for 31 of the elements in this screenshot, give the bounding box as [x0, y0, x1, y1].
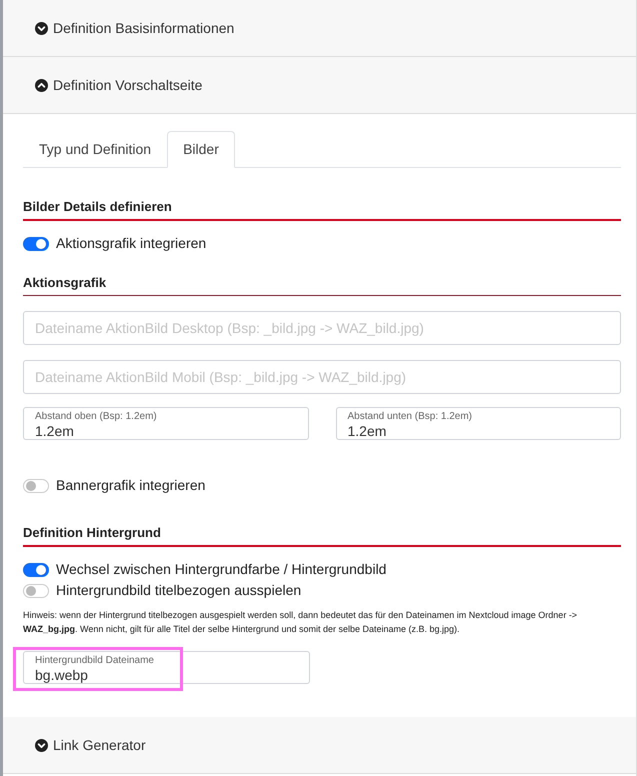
accordion-header[interactable]: Definition Vorschaltseite: [3, 57, 636, 114]
toggle-switch[interactable]: [23, 584, 49, 598]
labeled-input-field[interactable]: Abstand oben (Bsp: 1.2em) 1.2em: [23, 407, 308, 440]
field-label: Abstand unten (Bsp: 1.2em): [348, 410, 472, 423]
toggle-switch[interactable]: [23, 562, 49, 576]
labeled-input-field[interactable]: Hintergrundbild Dateiname bg.webp: [23, 651, 310, 684]
accordion-header[interactable]: Definition Basisinformationen: [3, 0, 636, 57]
chevron-down-circle-icon: [35, 22, 48, 34]
field-value: 1.2em: [348, 423, 386, 439]
chevron-down-circle-icon: [35, 738, 48, 752]
field-label: Hintergrundbild Dateiname: [35, 654, 154, 667]
toggle-label: Hintergrundbild titelbezogen ausspielen: [56, 582, 302, 599]
toggle-label: Bannergrafik integrieren: [56, 477, 206, 494]
field-label: Abstand oben (Bsp: 1.2em): [35, 410, 157, 423]
toggle-label: Aktionsgrafik integrieren: [56, 235, 206, 252]
toggle-switch[interactable]: [23, 478, 49, 492]
hint-text: Hinweis: wenn der Hintergrund titelbezogen ausgespielt werden soll, dann bedeutet das für den Dateinamen im Nextcloud image Ordner -> WAZ_bg.jpg. Wenn nicht, gilt für alle Titel der selbe Hintergrund und somit der selbe Dateiname (z.B. bg.jpg).: [23, 609, 578, 636]
section-heading: Aktionsgrafik: [23, 275, 621, 296]
tab[interactable]: Typ und Definition: [23, 131, 168, 168]
text-input-field[interactable]: Dateiname AktionBild Mobil (Bsp: _bild.jpg -> WAZ_bild.jpg): [23, 360, 621, 394]
toggle-switch[interactable]: [23, 236, 49, 250]
chevron-up-circle-icon: [35, 78, 48, 92]
section-heading: Definition Hintergrund: [23, 525, 621, 547]
field-value: bg.webp: [35, 667, 88, 683]
tab[interactable]: Bilder: [167, 131, 235, 168]
section-heading: Bilder Details definieren: [23, 199, 621, 221]
accordion-header[interactable]: Link Generator: [3, 717, 636, 774]
text-input-field[interactable]: Dateiname AktionBild Desktop (Bsp: _bild.jpg -> WAZ_bild.jpg): [23, 311, 621, 345]
labeled-input-field[interactable]: Abstand unten (Bsp: 1.2em) 1.2em: [336, 407, 621, 440]
field-value: 1.2em: [35, 423, 74, 439]
toggle-label: Wechsel zwischen Hintergrundfarbe / Hintergrundbild: [56, 561, 386, 578]
